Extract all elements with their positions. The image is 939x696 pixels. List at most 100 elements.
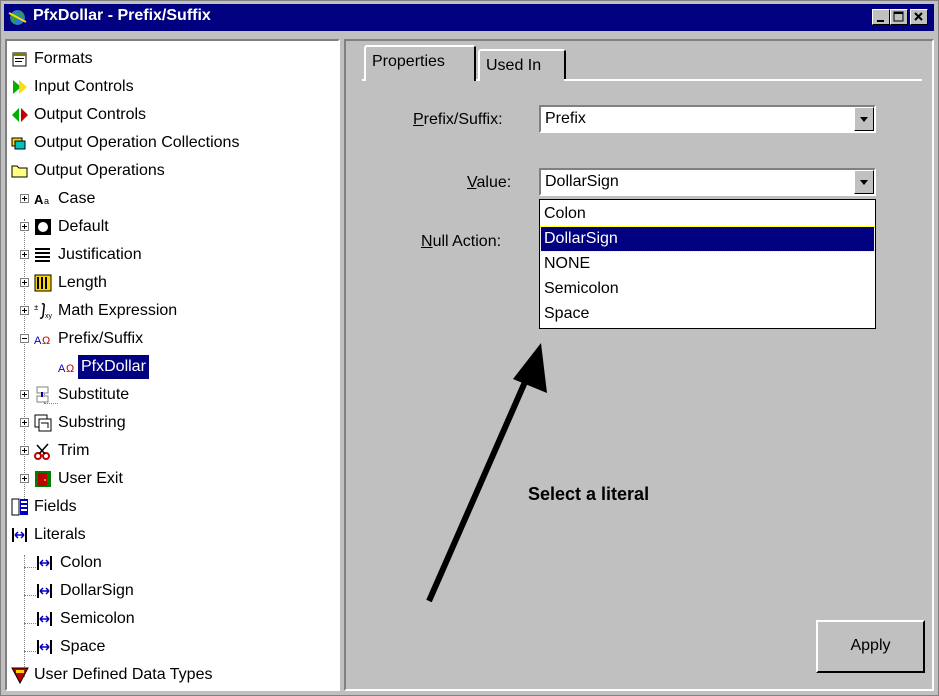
tree-item-label: Colon: [60, 554, 102, 571]
substitute-icon: [36, 386, 49, 403]
tree-item-output-operations[interactable]: Output Operations: [7, 157, 337, 185]
tree-item-colon[interactable]: Colon: [7, 549, 337, 577]
object-tree[interactable]: Formats Input Controls Output Controls O…: [5, 39, 340, 691]
close-button[interactable]: [910, 9, 928, 25]
trim-icon: [34, 443, 50, 460]
tree-item-label: Output Operation Collections: [34, 134, 240, 151]
value-label: Value:: [467, 174, 512, 191]
dropdown-arrow-icon[interactable]: [854, 170, 874, 194]
expand-toggle[interactable]: [20, 390, 29, 399]
dropdown-option[interactable]: Semicolon: [541, 277, 874, 301]
apply-button[interactable]: Apply: [816, 620, 925, 673]
tree-item-label: User Defined Data Types: [34, 666, 213, 683]
svg-text:A: A: [58, 363, 66, 375]
dropdown-option-selected[interactable]: DollarSign: [540, 226, 875, 252]
folder-icon: [11, 165, 28, 178]
apply-label: Apply: [850, 637, 891, 654]
literal-icon: [37, 612, 52, 626]
expand-toggle[interactable]: [20, 418, 29, 427]
svg-text:±: ±: [34, 303, 39, 312]
tree-item-label: Fields: [34, 498, 77, 515]
case-icon: Aa: [34, 192, 49, 207]
tab-used-in[interactable]: Used In: [478, 49, 566, 81]
dropdown-option[interactable]: Space: [541, 302, 874, 326]
tree-item-case[interactable]: Aa Case: [7, 185, 337, 213]
minimize-button[interactable]: [872, 9, 890, 25]
svg-text:a: a: [44, 196, 49, 206]
tree-item-label: Semicolon: [60, 610, 135, 627]
tree-item-dollarsign[interactable]: DollarSign: [7, 577, 337, 605]
tree-item-label: Input Controls: [34, 78, 134, 95]
close-icon: [914, 12, 923, 21]
tree-item-label: Prefix/Suffix: [58, 330, 144, 347]
tree-item-formats[interactable]: Formats: [7, 45, 337, 73]
tree-item-literals[interactable]: Literals: [7, 521, 337, 549]
collections-icon: [11, 137, 26, 150]
expand-toggle[interactable]: [20, 250, 29, 259]
annotation-arrow-icon: [426, 343, 547, 603]
prefix-suffix-value: Prefix: [545, 110, 586, 127]
value-current: DollarSign: [545, 173, 619, 190]
tab-divider: [564, 79, 922, 81]
maximize-button[interactable]: [890, 9, 908, 25]
tree-item-label: Length: [58, 274, 107, 291]
svg-text:Ω: Ω: [66, 363, 74, 375]
tree-item-substitute[interactable]: Substitute: [7, 381, 337, 409]
tree-item-output-operation-collections[interactable]: Output Operation Collections: [7, 129, 337, 157]
tree-item-label: Literals: [34, 526, 86, 543]
tree-item-input-controls[interactable]: Input Controls: [7, 73, 337, 101]
tree-item-prefix-suffix[interactable]: AΩ Prefix/Suffix: [7, 325, 337, 353]
tree-item-label: Output Controls: [34, 106, 147, 123]
title-bar[interactable]: PfxDollar - Prefix/Suffix: [4, 4, 934, 31]
window-title: PfxDollar - Prefix/Suffix: [33, 7, 211, 24]
app-window: PfxDollar - Prefix/Suffix Formats Input …: [0, 0, 939, 696]
tree-item-label: DollarSign: [60, 582, 134, 599]
tree-item-output-controls[interactable]: Output Controls: [7, 101, 337, 129]
user-exit-icon: [35, 471, 51, 487]
expand-toggle[interactable]: [20, 194, 29, 203]
minimize-icon: [877, 20, 884, 22]
dropdown-option[interactable]: Colon: [541, 202, 874, 226]
tree-item-fields[interactable]: Fields: [7, 493, 337, 521]
expand-toggle[interactable]: [20, 446, 29, 455]
tab-properties[interactable]: Properties: [364, 45, 476, 81]
tree-item-substring[interactable]: Substring: [7, 409, 337, 437]
value-select[interactable]: DollarSign: [539, 168, 876, 196]
tree-item-user-defined-data-types[interactable]: User Defined Data Types: [7, 661, 337, 689]
expand-toggle[interactable]: [20, 474, 29, 483]
tree-item-label: Substitute: [58, 386, 130, 403]
app-globe-icon: [8, 9, 27, 26]
substring-icon: [34, 414, 52, 432]
prefix-suffix-icon: AΩ: [58, 363, 74, 375]
expand-toggle[interactable]: [20, 222, 29, 231]
tree-item-pfxdollar[interactable]: AΩ PfxDollar: [7, 353, 337, 381]
length-icon: [34, 274, 52, 292]
annotation-text: Select a literal: [528, 484, 650, 504]
collapse-toggle[interactable]: [20, 334, 29, 343]
tree-item-math-expression[interactable]: ± xy Math Expression: [7, 297, 337, 325]
dropdown-arrow-icon[interactable]: [854, 107, 874, 131]
tree-item-label: User Exit: [58, 470, 123, 487]
tree-item-user-exit[interactable]: User Exit: [7, 465, 337, 493]
expand-toggle[interactable]: [20, 278, 29, 287]
literal-icon: [37, 584, 52, 598]
expand-toggle[interactable]: [20, 306, 29, 315]
tree-item-length[interactable]: Length: [7, 269, 337, 297]
tree-item-label: Math Expression: [58, 302, 178, 319]
tab-label: Properties: [372, 53, 445, 70]
formats-icon: [12, 52, 27, 67]
prefix-suffix-select[interactable]: Prefix: [539, 105, 876, 133]
dropdown-option[interactable]: NONE: [541, 252, 874, 276]
tree-item-semicolon[interactable]: Semicolon: [7, 605, 337, 633]
user-data-types-icon: [11, 667, 29, 684]
tree-item-justification[interactable]: Justification: [7, 241, 337, 269]
literal-icon: [37, 640, 52, 654]
prefix-suffix-icon: AΩ: [34, 335, 50, 347]
value-dropdown-list[interactable]: Colon DollarSign NONE Semicolon Space: [539, 199, 876, 329]
tree-item-label: PfxDollar: [78, 355, 149, 379]
tree-item-default[interactable]: Default: [7, 213, 337, 241]
literals-icon: [12, 528, 27, 542]
tree-item-space[interactable]: Space: [7, 633, 337, 661]
default-icon: [35, 219, 51, 235]
tree-item-trim[interactable]: Trim: [7, 437, 337, 465]
